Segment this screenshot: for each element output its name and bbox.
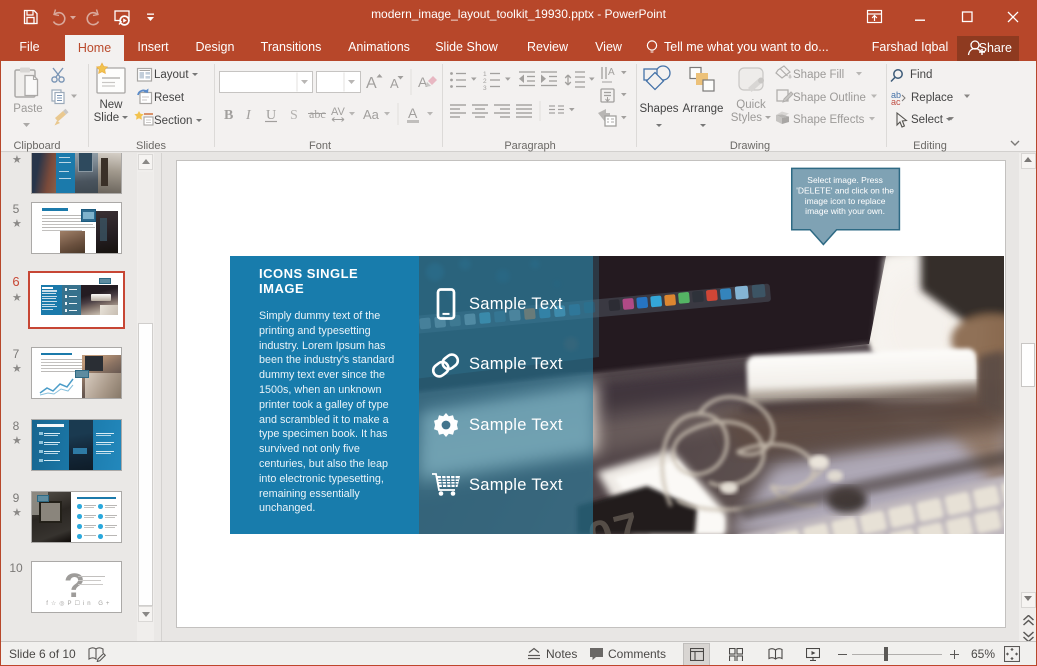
svg-text:3: 3 [483, 85, 487, 92]
svg-text:AV: AV [331, 106, 346, 118]
svg-text:A: A [408, 105, 418, 121]
svg-text:'DELETE' and click on the: 'DELETE' and click on the [796, 185, 894, 195]
svg-text:Select image. Press: Select image. Press [807, 175, 883, 185]
svg-text:image icon to replace: image icon to replace [805, 196, 886, 206]
svg-text:1: 1 [483, 71, 487, 78]
svg-text:U: U [266, 108, 276, 123]
svg-text:B: B [224, 108, 233, 123]
svg-text:A: A [608, 67, 615, 78]
svg-text:I: I [245, 108, 252, 123]
svg-text:S: S [290, 108, 298, 123]
svg-text:A: A [390, 76, 399, 91]
svg-text:ac: ac [891, 97, 901, 107]
svg-text:A: A [366, 75, 377, 92]
svg-text:Aa: Aa [363, 107, 380, 122]
svg-text:A: A [418, 74, 428, 90]
svg-text:2: 2 [483, 78, 487, 85]
svg-text:image with your own.: image with your own. [805, 206, 885, 216]
